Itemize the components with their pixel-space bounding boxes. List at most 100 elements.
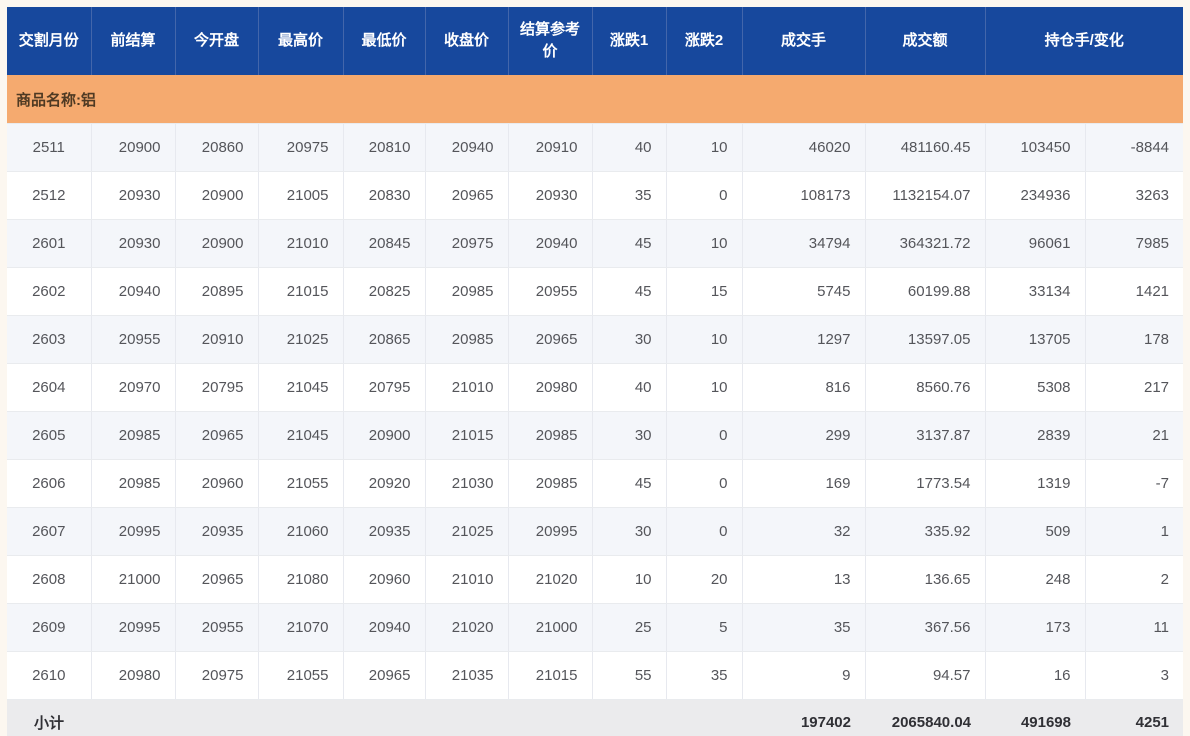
col-header-delivery-month: 交割月份 — [7, 7, 92, 75]
cell-open-interest-change: -7 — [1085, 459, 1184, 508]
cell-open: 20935 — [175, 507, 259, 556]
cell-settlement-ref-price: 20980 — [508, 363, 593, 412]
cell-open-interest-change: 3263 — [1085, 171, 1184, 220]
table-row: 2512 20930 20900 21005 20830 20965 20930 35 0 108… — [7, 171, 1184, 220]
commodity-group-row: 商品名称:铝 — [7, 75, 1184, 124]
cell-open-interest-change: 7985 — [1085, 219, 1184, 268]
cell-delivery-month: 2609 — [7, 603, 92, 652]
cell-close: 21015 — [425, 411, 509, 460]
cell-delivery-month: 2603 — [7, 315, 92, 364]
cell-settlement-ref-price: 20955 — [508, 267, 593, 316]
cell-open-interest-change: 21 — [1085, 411, 1184, 460]
cell-change-1: 25 — [592, 603, 667, 652]
cell-delivery-month: 2607 — [7, 507, 92, 556]
cell-change-1: 40 — [592, 123, 667, 172]
cell-settlement-ref-price: 20985 — [508, 411, 593, 460]
table-row: 2511 20900 20860 20975 20810 20940 20910 40 10 46… — [7, 123, 1184, 172]
cell-open-interest: 509 — [985, 507, 1086, 556]
cell-open: 20955 — [175, 603, 259, 652]
cell-volume-lots: 46020 — [742, 123, 866, 172]
cell-settlement-ref-price: 21020 — [508, 555, 593, 604]
subtotal-label: 小计 — [7, 699, 91, 736]
table-row: 2609 20995 20955 21070 20940 21020 21000 25 5 35 3… — [7, 603, 1184, 652]
cell-close: 21020 — [425, 603, 509, 652]
cell-close: 20985 — [425, 315, 509, 364]
cell-close: 20975 — [425, 219, 509, 268]
commodity-name-label: 商品名称:铝 — [7, 75, 1184, 124]
table-row: 2602 20940 20895 21015 20825 20985 20955 45 15 57… — [7, 267, 1184, 316]
cell-open-interest-change: 2 — [1085, 555, 1184, 604]
cell-open-interest-change: 1421 — [1085, 267, 1184, 316]
cell-high: 21005 — [258, 171, 344, 220]
cell-prev-settlement: 20930 — [91, 171, 176, 220]
cell-settlement-ref-price: 20930 — [508, 171, 593, 220]
cell-settlement-ref-price: 21015 — [508, 651, 593, 700]
table-row: 2607 20995 20935 21060 20935 21025 20995 30 0 32 3… — [7, 507, 1184, 556]
cell-low: 20920 — [343, 459, 426, 508]
cell-volume-lots: 34794 — [742, 219, 866, 268]
cell-high: 21055 — [258, 459, 344, 508]
cell-prev-settlement: 20995 — [91, 603, 176, 652]
cell-low: 20965 — [343, 651, 426, 700]
cell-turnover: 367.56 — [865, 603, 986, 652]
cell-close: 21010 — [425, 555, 509, 604]
cell-open: 20965 — [175, 411, 259, 460]
cell-prev-settlement: 20985 — [91, 459, 176, 508]
cell-delivery-month: 2602 — [7, 267, 92, 316]
cell-open-interest: 103450 — [985, 123, 1086, 172]
table-row: 2603 20955 20910 21025 20865 20985 20965 30 10 12… — [7, 315, 1184, 364]
cell-change-2: 0 — [666, 171, 743, 220]
cell-change-2: 0 — [666, 507, 743, 556]
cell-low: 20935 — [343, 507, 426, 556]
cell-high: 21045 — [258, 411, 344, 460]
cell-turnover: 1132154.07 — [865, 171, 986, 220]
col-header-high: 最高价 — [258, 7, 344, 75]
cell-open: 20860 — [175, 123, 259, 172]
subtotal-volume: 197402 — [742, 699, 865, 736]
cell-low: 20900 — [343, 411, 426, 460]
cell-turnover: 335.92 — [865, 507, 986, 556]
cell-delivery-month: 2610 — [7, 651, 92, 700]
col-header-volume: 成交手 — [742, 7, 866, 75]
cell-settlement-ref-price: 21000 — [508, 603, 593, 652]
cell-prev-settlement: 20930 — [91, 219, 176, 268]
col-header-prev-settlement: 前结算 — [91, 7, 176, 75]
subtotal-open-interest: 491698 — [985, 699, 1085, 736]
cell-high: 21015 — [258, 267, 344, 316]
cell-turnover: 364321.72 — [865, 219, 986, 268]
cell-volume-lots: 5745 — [742, 267, 866, 316]
table-row: 2608 21000 20965 21080 20960 21010 21020 10 20 13… — [7, 555, 1184, 604]
col-header-low: 最低价 — [343, 7, 426, 75]
cell-close: 21010 — [425, 363, 509, 412]
cell-open-interest: 1319 — [985, 459, 1086, 508]
cell-turnover: 136.65 — [865, 555, 986, 604]
col-header-change-2: 涨跌2 — [666, 7, 743, 75]
cell-open-interest: 16 — [985, 651, 1086, 700]
cell-volume-lots: 108173 — [742, 171, 866, 220]
cell-volume-lots: 13 — [742, 555, 866, 604]
cell-open-interest: 248 — [985, 555, 1086, 604]
col-header-change-1: 涨跌1 — [592, 7, 667, 75]
cell-close: 20965 — [425, 171, 509, 220]
header-row: 交割月份 前结算 今开盘 最高价 最低价 收盘价 结算参考价 涨跌1 涨跌2 成… — [7, 7, 1184, 75]
cell-high: 21060 — [258, 507, 344, 556]
cell-prev-settlement: 20900 — [91, 123, 176, 172]
table-row: 2604 20970 20795 21045 20795 21010 20980 40 10 81… — [7, 363, 1184, 412]
cell-change-2: 15 — [666, 267, 743, 316]
cell-low: 20960 — [343, 555, 426, 604]
cell-volume-lots: 35 — [742, 603, 866, 652]
futures-quotes-table: 交割月份 前结算 今开盘 最高价 最低价 收盘价 结算参考价 涨跌1 涨跌2 成… — [7, 7, 1184, 736]
cell-turnover: 94.57 — [865, 651, 986, 700]
cell-volume-lots: 299 — [742, 411, 866, 460]
cell-high: 21010 — [258, 219, 344, 268]
col-header-open-interest-change: 持仓手/变化 — [985, 7, 1184, 75]
cell-settlement-ref-price: 20910 — [508, 123, 593, 172]
cell-open-interest: 96061 — [985, 219, 1086, 268]
cell-open: 20895 — [175, 267, 259, 316]
cell-change-1: 35 — [592, 171, 667, 220]
cell-turnover: 3137.87 — [865, 411, 986, 460]
cell-change-1: 55 — [592, 651, 667, 700]
cell-open-interest-change: 178 — [1085, 315, 1184, 364]
cell-close: 20985 — [425, 267, 509, 316]
cell-low: 20795 — [343, 363, 426, 412]
